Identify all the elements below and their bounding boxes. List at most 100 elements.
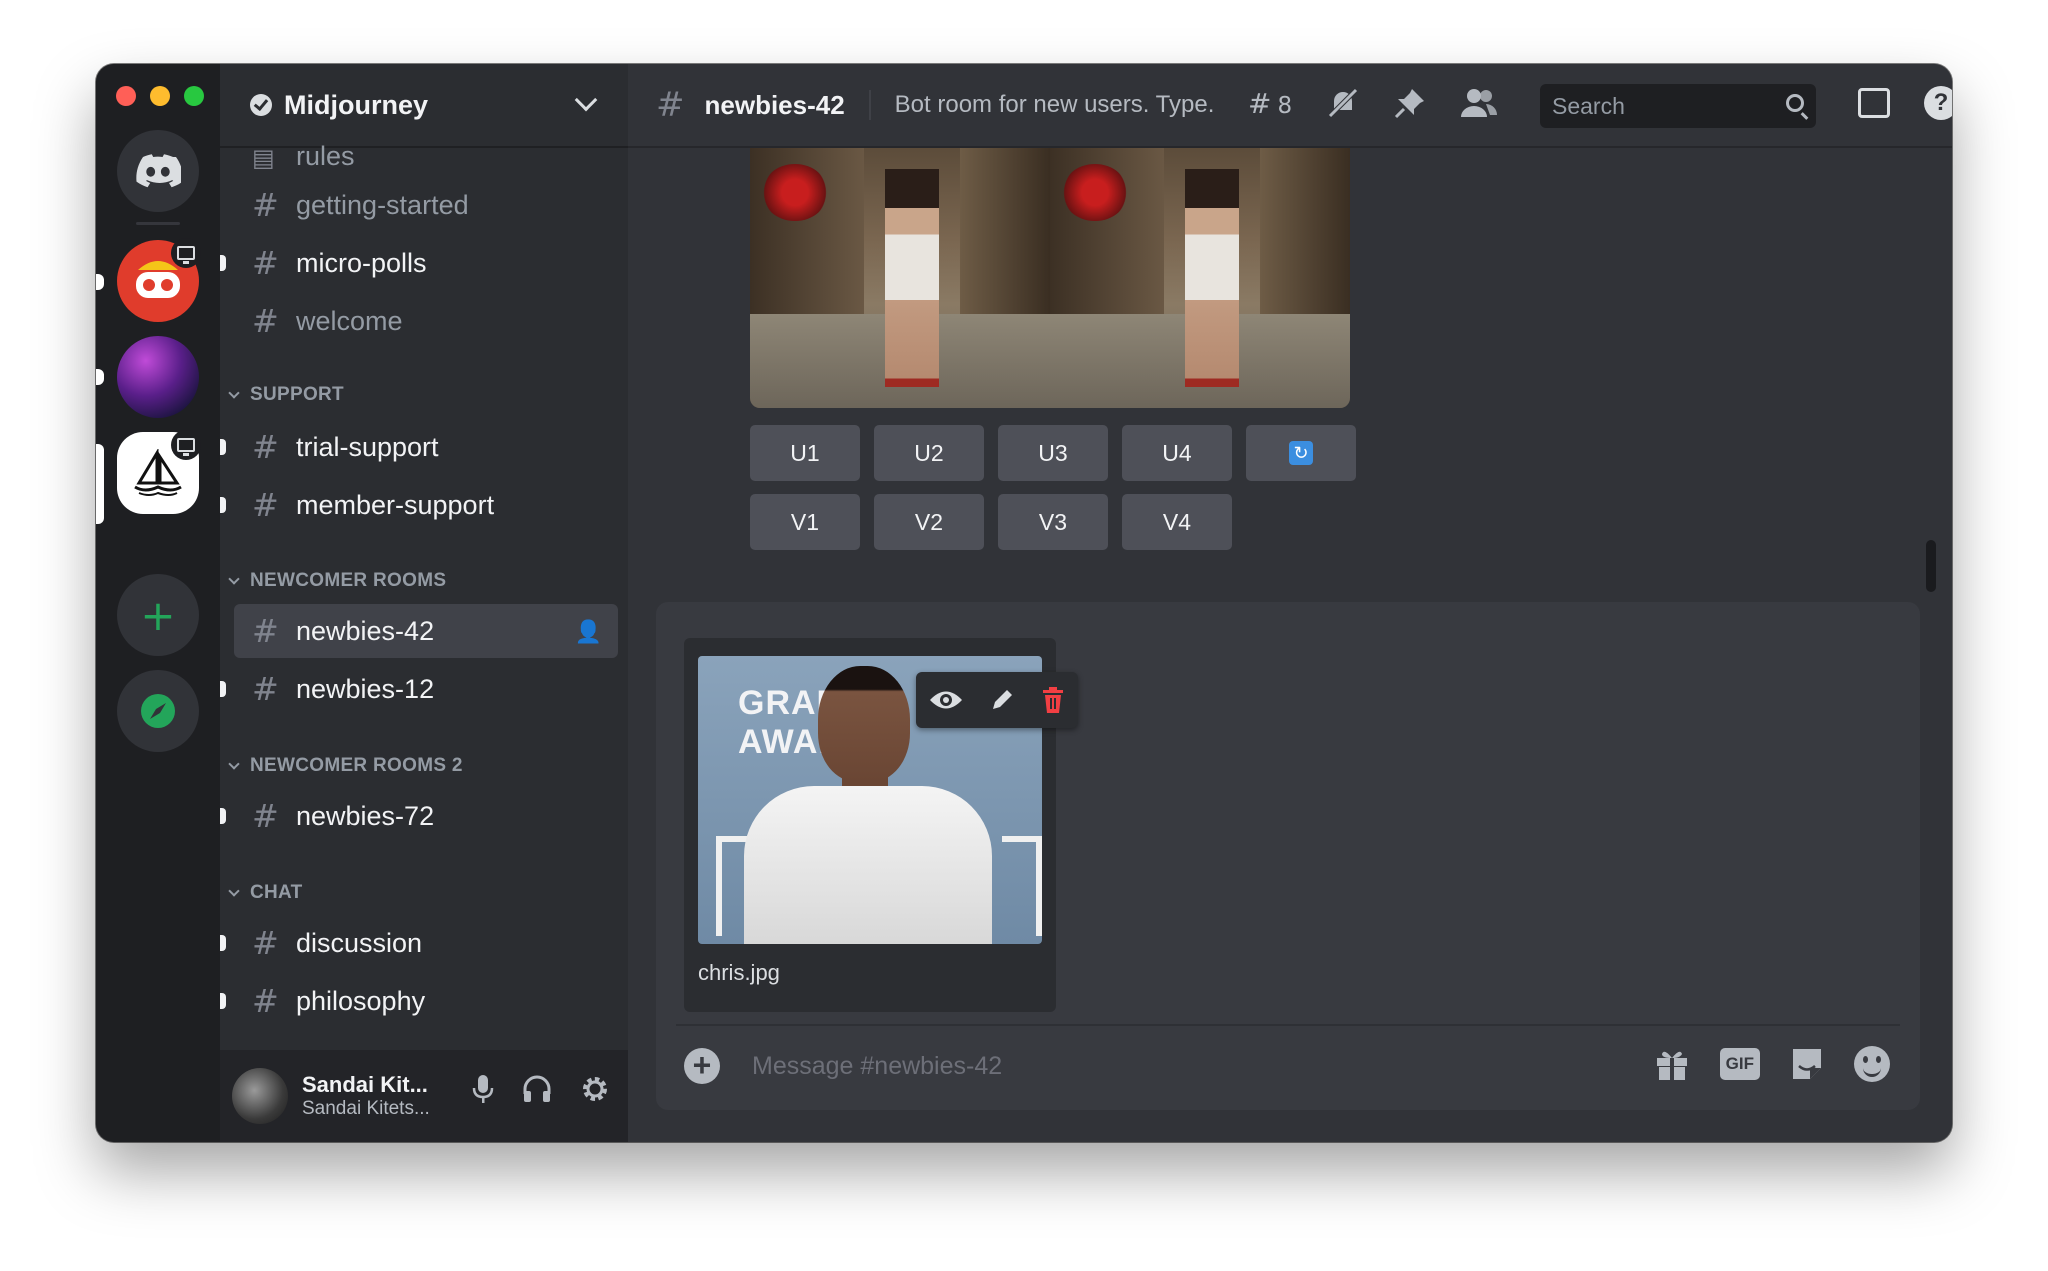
topbar-divider [868,90,871,120]
channel-newbies-42[interactable]: # newbies-42 👤 [234,604,618,658]
threads-icon[interactable]: #8 [1248,87,1292,120]
u4-button[interactable]: U4 [1122,425,1232,481]
message-input[interactable]: Message #newbies-42 [752,1052,1002,1081]
headphones-icon[interactable] [522,1074,552,1104]
channel-label: newbies-12 [296,673,435,704]
locked-hash-icon: # [252,670,279,708]
channel-discussion[interactable]: # discussion [220,916,624,970]
generated-image[interactable] [750,148,1350,408]
channel-welcome[interactable]: # welcome [234,294,624,348]
channel-getting-started[interactable]: # getting-started [234,178,624,232]
channel-philosophy[interactable]: # philosophy [220,974,624,1028]
discord-logo-icon [136,154,181,188]
upload-plus-icon[interactable]: + [684,1048,720,1084]
pin-icon[interactable] [1394,87,1426,119]
variation-buttons: V1 V2 V3 V4 [750,494,1232,550]
upscale-buttons: U1 U2 U3 U4 ↻ [750,425,1356,481]
pencil-icon[interactable] [989,687,1015,713]
channel-newbies-72[interactable]: # newbies-72 [220,789,624,843]
category-newcomer-rooms-2[interactable]: NEWCOMER ROOMS 2 [228,755,463,777]
channel-label: rules [296,141,355,171]
channel-label: discussion [296,927,423,958]
v4-button[interactable]: V4 [1122,494,1232,550]
composer-icons: GIF [1654,1046,1890,1082]
composer-divider [676,1024,1900,1026]
avatar[interactable] [232,1068,288,1124]
channel-member-support[interactable]: # member-support [220,478,624,532]
channel-rules[interactable]: ▤ rules [234,136,624,172]
v1-button[interactable]: V1 [750,494,860,550]
inbox-icon[interactable] [1858,88,1890,118]
channel-topic[interactable]: Bot room for new users. Type... [895,91,1215,119]
message-composer: GRAMMY AWARDS chris.jpg + Message #newbi… [656,602,1920,1110]
topbar-icons: #8 [1248,86,1498,120]
channel-title: newbies-42 [704,89,845,120]
v2-button[interactable]: V2 [874,494,984,550]
server-icon-art[interactable] [117,336,199,418]
minimize-window-button[interactable] [150,86,170,106]
user-status: Sandai Kitets... [302,1098,430,1119]
forum-icon: # [252,244,279,282]
verified-icon [250,94,272,116]
category-label: NEWCOMER ROOMS 2 [250,755,463,776]
chevron-down-icon [228,573,240,585]
zoom-window-button[interactable] [184,86,204,106]
add-member-icon[interactable]: 👤 [575,619,602,645]
category-label: CHAT [250,882,303,903]
stage-live-badge [171,238,201,268]
channel-label: welcome [296,305,403,336]
chevron-down-icon[interactable] [574,88,598,112]
u1-button[interactable]: U1 [750,425,860,481]
compass-icon[interactable] [117,670,199,752]
search-input[interactable]: Search [1540,84,1816,128]
members-icon[interactable] [1460,87,1498,119]
reroll-button[interactable]: ↻ [1246,425,1356,481]
channel-label: micro-polls [296,247,427,278]
unread-indicator [96,369,104,385]
home-button[interactable] [117,130,199,212]
search-icon [1786,94,1804,112]
category-newcomer-rooms[interactable]: NEWCOMER ROOMS [228,570,447,592]
hash-icon: # [252,186,279,224]
chevron-down-icon [228,387,240,399]
server-icon-robot[interactable] [117,238,201,322]
trash-icon[interactable] [1041,686,1065,714]
gift-icon[interactable] [1654,1046,1690,1082]
plus-icon[interactable]: + [117,574,199,656]
channel-label: getting-started [296,189,469,220]
close-window-button[interactable] [116,86,136,106]
window-controls [116,86,204,106]
selected-indicator [96,444,104,524]
category-chat[interactable]: CHAT [228,882,303,904]
emoji-icon[interactable] [1854,1046,1890,1082]
gear-icon[interactable] [580,1074,610,1104]
main-chat: # newbies-42 Bot room for new users. Typ… [628,64,1952,1142]
unread-indicator [96,274,104,290]
server-icon-midjourney[interactable] [117,430,201,514]
v3-button[interactable]: V3 [998,494,1108,550]
mute-bell-icon[interactable] [1326,86,1360,120]
threads-count: 8 [1277,92,1293,119]
category-support[interactable]: SUPPORT [228,384,344,406]
channel-label: newbies-42 [296,615,435,646]
channel-label: newbies-72 [296,800,435,831]
eye-icon[interactable] [929,689,963,711]
sticker-icon[interactable] [1790,1046,1824,1082]
channel-micro-polls[interactable]: # micro-polls [220,236,624,290]
rules-icon: ▤ [252,144,275,172]
channel-trial-support[interactable]: # trial-support [220,420,624,474]
scrollbar-thumb[interactable] [1926,540,1936,592]
u2-button[interactable]: U2 [874,425,984,481]
category-label: NEWCOMER ROOMS [250,570,447,591]
stage-live-badge [171,430,201,460]
channel-newbies-12[interactable]: # newbies-12 [220,662,624,716]
channel-label: member-support [296,489,495,520]
gif-button[interactable]: GIF [1719,1048,1760,1080]
u3-button[interactable]: U3 [998,425,1108,481]
search-placeholder: Search [1552,92,1625,119]
microphone-icon[interactable] [472,1074,494,1104]
help-icon[interactable]: ? [1924,86,1952,120]
locked-hash-icon: # [252,797,279,835]
rail-separator [136,222,180,225]
locked-hash-icon: # [252,612,279,650]
